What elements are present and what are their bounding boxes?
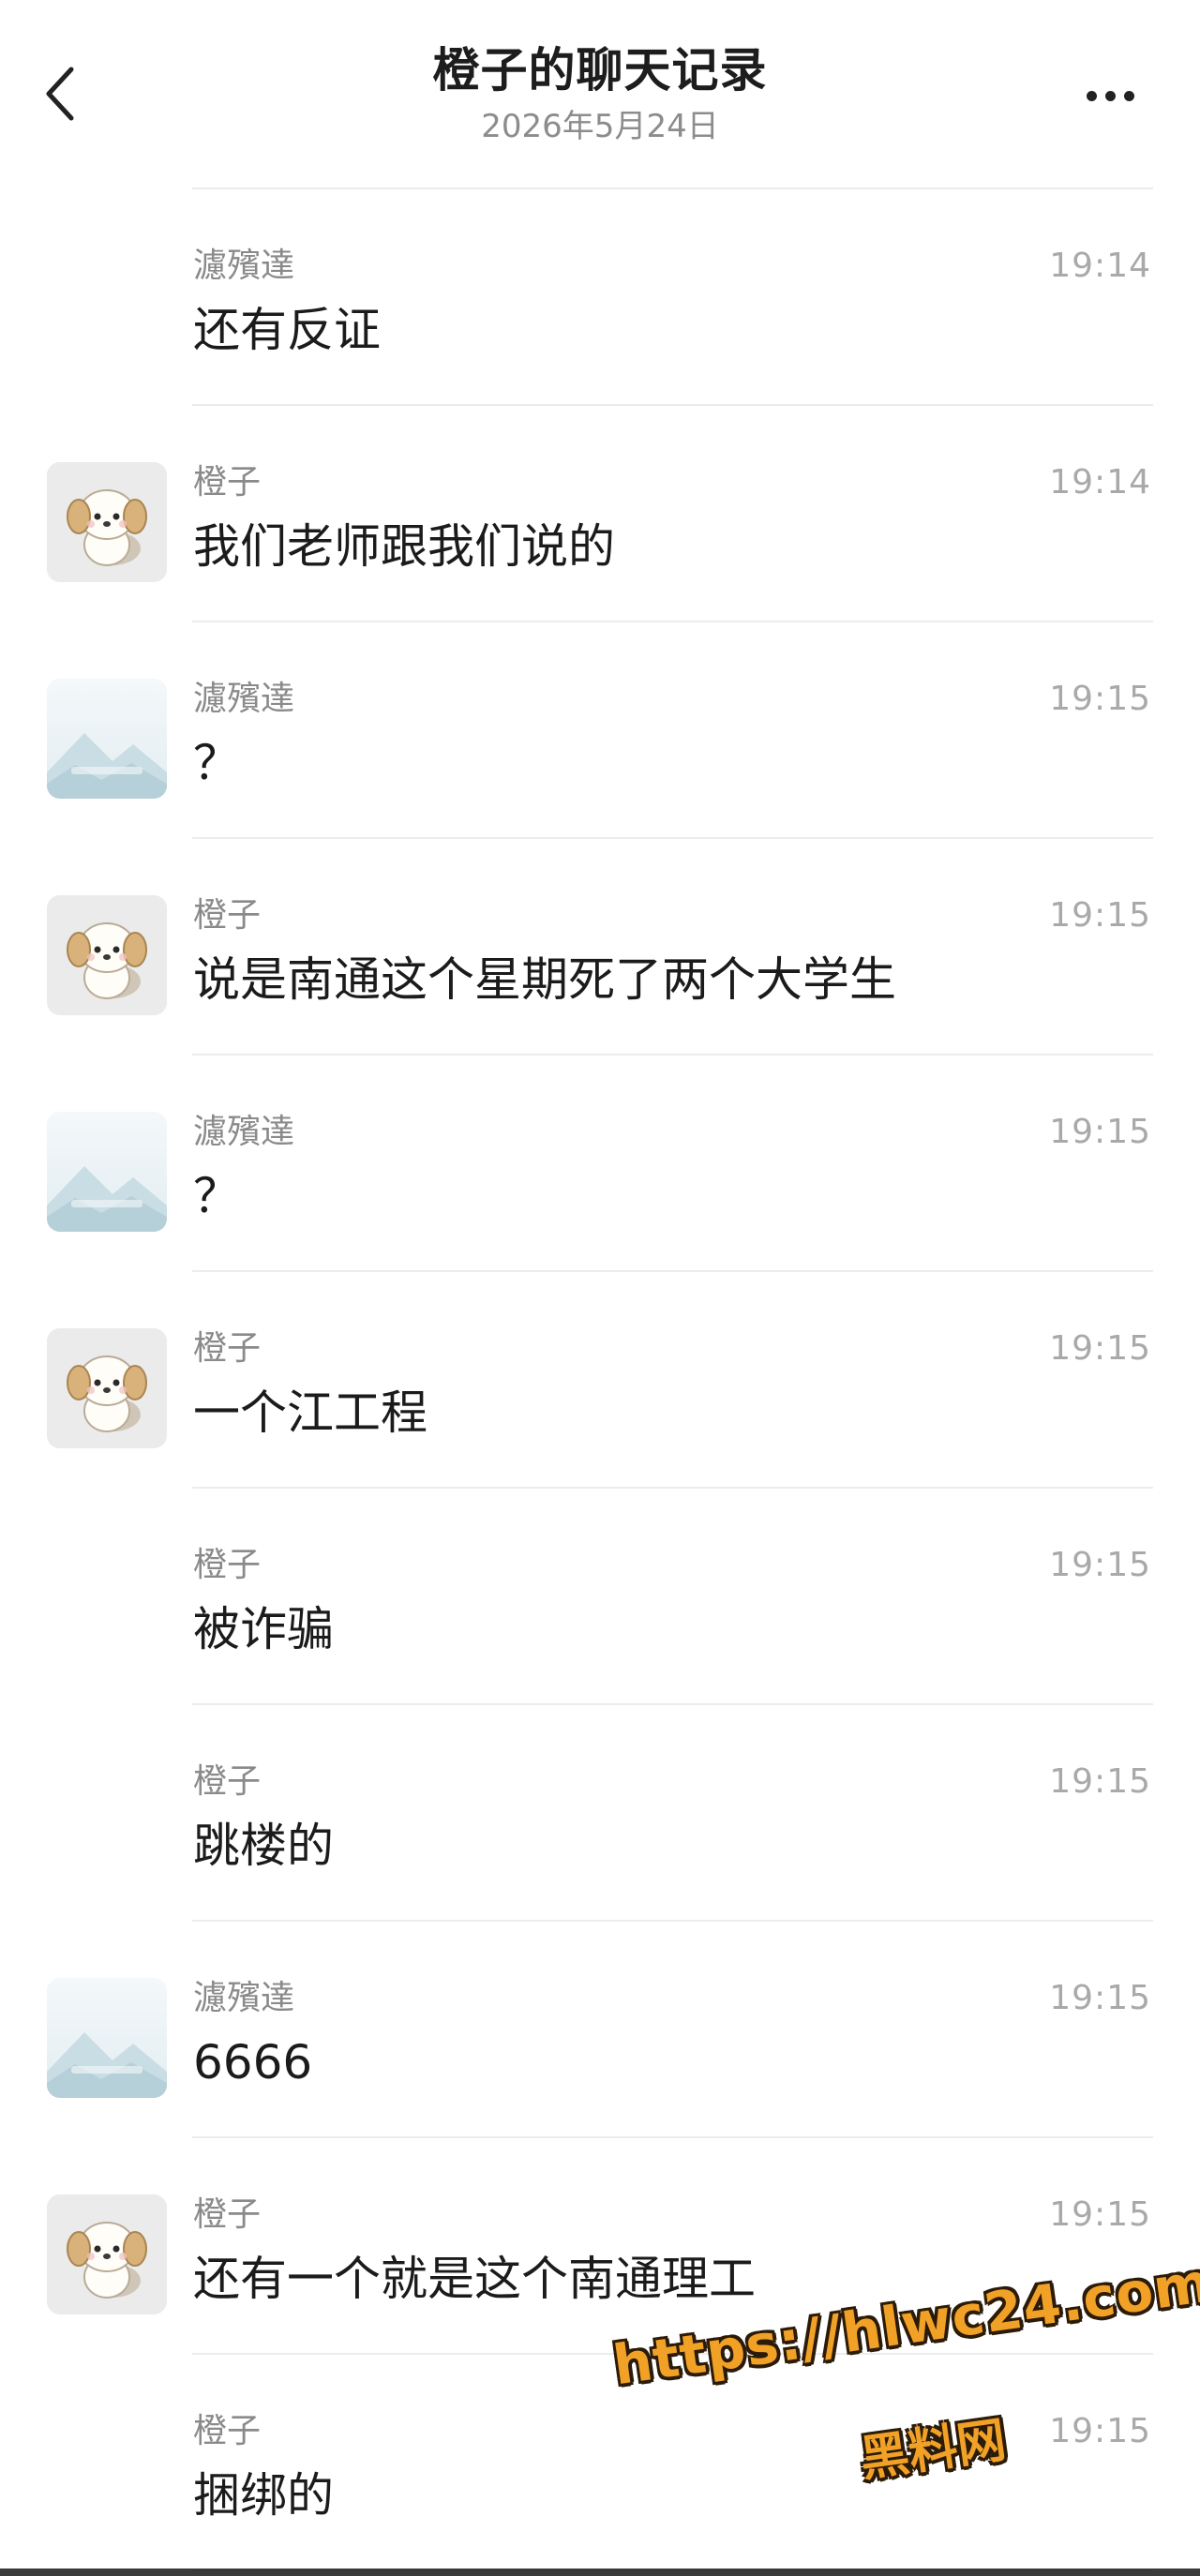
message-text: 说是南通这个星期死了两个大学生 — [193, 952, 896, 1007]
message-time: 19:15 — [1049, 1979, 1151, 2017]
title-block: 橙子的聊天记录 2026年5月24日 — [0, 37, 1200, 148]
message-time: 19:15 — [1049, 1546, 1151, 1584]
message-text: 跳楼的 — [193, 1819, 334, 1873]
message-text: 6666 — [193, 2035, 313, 2089]
message-time: 19:14 — [1049, 247, 1151, 285]
message-time: 19:15 — [1049, 1762, 1151, 1801]
sender-name: 橙子 — [193, 2412, 262, 2450]
message-row[interactable]: 橙子 19:15 说是南通这个星期死了两个大学生 — [0, 839, 1200, 1056]
message-row[interactable]: 橙子 19:15 捆绑的 — [0, 2355, 1200, 2571]
chat-history-page: 橙子的聊天记录 2026年5月24日 濾殯達 19:14 还有反证 橙子 19:14 我… — [0, 0, 1200, 2576]
message-time: 19:14 — [1049, 463, 1151, 502]
message-time: 19:15 — [1049, 1329, 1151, 1368]
sender-name: 橙子 — [193, 896, 262, 935]
avatar[interactable] — [47, 1112, 167, 1232]
message-time: 19:15 — [1049, 680, 1151, 718]
page-title: 橙子的聊天记录 — [432, 43, 768, 97]
bottom-edge — [0, 2569, 1200, 2576]
message-text: 我们老师跟我们说的 — [193, 519, 615, 574]
sender-name: 濾殯達 — [193, 247, 295, 285]
sender-name: 橙子 — [193, 463, 262, 502]
message-text: ？ — [193, 1169, 240, 1223]
avatar[interactable] — [47, 679, 167, 799]
avatar[interactable] — [47, 895, 167, 1015]
message-time: 19:15 — [1049, 1113, 1151, 1151]
header: 橙子的聊天记录 2026年5月24日 — [0, 0, 1200, 187]
message-row[interactable]: 橙子 19:15 被诈骗 — [0, 1489, 1200, 1705]
message-text: 还有一个就是这个南通理工 — [193, 2252, 756, 2306]
sender-name: 橙子 — [193, 1329, 262, 1368]
chat-date: 2026年5月24日 — [481, 108, 719, 145]
message-row[interactable]: 濾殯達 19:14 还有反证 — [0, 189, 1200, 406]
message-text: ？ — [193, 736, 240, 790]
message-text: 还有反证 — [193, 303, 381, 357]
message-text: 被诈骗 — [193, 1602, 334, 1656]
message-row[interactable]: 橙子 19:15 跳楼的 — [0, 1705, 1200, 1922]
message-text: 捆绑的 — [193, 2468, 334, 2523]
message-time: 19:15 — [1049, 2195, 1151, 2234]
more-dot — [1104, 90, 1116, 101]
sender-name: 濾殯達 — [193, 1979, 295, 2017]
more-dot — [1123, 90, 1134, 101]
sender-name: 濾殯達 — [193, 1113, 295, 1151]
message-row[interactable]: 橙子 19:15 一个江工程 — [0, 1272, 1200, 1489]
more-button[interactable] — [1072, 73, 1148, 118]
avatar[interactable] — [47, 2194, 167, 2314]
message-time: 19:15 — [1049, 896, 1151, 935]
message-text: 一个江工程 — [193, 1385, 428, 1440]
sender-name: 橙子 — [193, 1762, 262, 1801]
sender-name: 橙子 — [193, 1546, 262, 1584]
message-row[interactable]: 濾殯達 19:15 ？ — [0, 1056, 1200, 1272]
avatar[interactable] — [47, 462, 167, 582]
message-row[interactable]: 橙子 19:15 还有一个就是这个南通理工 — [0, 2138, 1200, 2355]
message-time: 19:15 — [1049, 2412, 1151, 2450]
sender-name: 橙子 — [193, 2195, 262, 2234]
more-dot — [1086, 90, 1097, 101]
message-row[interactable]: 濾殯達 19:15 6666 — [0, 1922, 1200, 2138]
message-row[interactable]: 橙子 19:14 我们老师跟我们说的 — [0, 406, 1200, 622]
avatar[interactable] — [47, 1978, 167, 2098]
avatar[interactable] — [47, 1328, 167, 1448]
message-row[interactable]: 濾殯達 19:15 ？ — [0, 622, 1200, 839]
sender-name: 濾殯達 — [193, 680, 295, 718]
